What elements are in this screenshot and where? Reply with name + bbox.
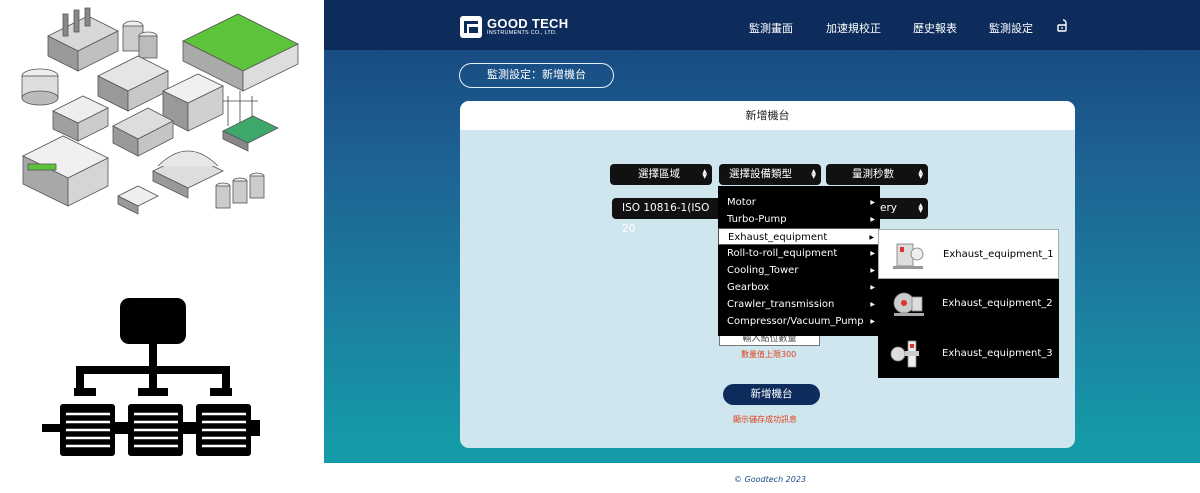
standard-select-right[interactable]: ery ▲ ▼: [878, 198, 928, 219]
dropdown-item-label: Compressor/Vacuum_Pump: [727, 316, 864, 327]
nav-history-report[interactable]: 歷史報表: [913, 20, 957, 36]
top-navbar: GOOD TECH INSTRUMENTS CO., LTD. 監測畫面 加速規…: [324, 0, 1200, 50]
dropdown-item-label: Crawler_transmission: [727, 299, 835, 310]
area-select-label: 選擇區域: [638, 168, 680, 180]
exhaust-equipment-submenu: Exhaust_equipment_1 Exhaust_equipment_2 …: [878, 229, 1059, 378]
dropdown-item-roll-to-roll[interactable]: Roll-to-roll_equipment ▶: [718, 245, 880, 262]
brand-text: GOOD TECH INSTRUMENTS CO., LTD.: [487, 17, 568, 37]
submenu-item-exhaust-equipment-1[interactable]: Exhaust_equipment_1: [878, 229, 1059, 279]
dropdown-item-crawler-transmission[interactable]: Crawler_transmission ▶: [718, 296, 880, 313]
measure-seconds-select-label: 量測秒數: [852, 168, 894, 180]
chevron-right-icon: ▶: [870, 250, 875, 257]
chevron-right-icon: ▶: [870, 216, 875, 223]
dropdown-item-turbo-pump[interactable]: Turbo-Pump ▶: [718, 211, 880, 228]
updown-arrows-icon: ▲ ▼: [702, 168, 707, 180]
nav-monitor[interactable]: 監測畫面: [749, 20, 793, 36]
point-count-hint: 數量值上限300: [741, 350, 797, 359]
chevron-right-icon: ▶: [870, 267, 875, 274]
updown-arrows-icon: ▲ ▼: [918, 168, 923, 180]
chevron-right-icon: ▶: [870, 199, 875, 206]
unlock-icon[interactable]: [1057, 19, 1069, 32]
exhaust-machine-icon: [893, 243, 924, 269]
footer: © Goodtech 2023: [324, 463, 1200, 493]
dropdown-item-label: Exhaust_equipment: [728, 232, 828, 243]
standard-select-tail: ery: [880, 202, 897, 214]
page-root: GOOD TECH INSTRUMENTS CO., LTD. 監測畫面 加速規…: [0, 0, 1200, 493]
dropdown-item-label: Gearbox: [727, 282, 770, 293]
equipment-type-select-label: 選擇設備類型: [729, 168, 792, 180]
equipment-type-dropdown: Motor ▶ Turbo-Pump ▶ Exhaust_equipment ▶ Ro…: [718, 186, 880, 336]
dropdown-item-compressor-vacuum-pump[interactable]: Compressor/Vacuum_Pump ▶: [718, 313, 880, 330]
chevron-right-icon: ▶: [870, 284, 875, 291]
dropdown-item-motor[interactable]: Motor ▶: [718, 194, 880, 211]
brand-logo[interactable]: GOOD TECH INSTRUMENTS CO., LTD.: [460, 14, 568, 40]
dropdown-item-label: Turbo-Pump: [727, 214, 787, 225]
copyright-text: © Goodtech 2023: [734, 475, 807, 484]
dropdown-item-label: Motor: [727, 197, 756, 208]
dropdown-item-label: Cooling_Tower: [727, 265, 799, 276]
add-machine-button[interactable]: 新增機台: [723, 384, 820, 405]
dropdown-item-gearbox[interactable]: Gearbox ▶: [718, 279, 880, 296]
nav-monitor-settings[interactable]: 監測設定: [989, 20, 1033, 36]
exhaust-machine-icon: [893, 292, 924, 316]
industrial-city-illustration: [21, 7, 299, 215]
nav-accelerometer-calibration[interactable]: 加速規校正: [826, 20, 881, 36]
submenu-item-exhaust-equipment-2[interactable]: Exhaust_equipment_2: [878, 279, 1059, 329]
save-status-message: 顯示儲存成功訊息: [733, 415, 797, 424]
chevron-right-icon: ▶: [870, 301, 875, 308]
brand-subtitle: INSTRUMENTS CO., LTD.: [487, 30, 557, 37]
area-select[interactable]: 選擇區域 ▲ ▼: [610, 164, 712, 185]
card-title: 新增機台: [460, 101, 1075, 130]
submenu-item-label: Exhaust_equipment_1: [943, 249, 1054, 260]
updown-arrows-icon: ▲ ▼: [918, 202, 923, 214]
dropdown-item-cooling-tower[interactable]: Cooling_Tower ▶: [718, 262, 880, 279]
logo-mark-icon: [460, 16, 482, 38]
updown-arrows-icon: ▲ ▼: [811, 168, 816, 180]
page-title-pill: 監測設定：新增機台: [459, 63, 614, 88]
submenu-item-label: Exhaust_equipment_3: [942, 348, 1053, 359]
brand-name: GOOD TECH: [487, 16, 569, 32]
submenu-item-exhaust-equipment-3[interactable]: Exhaust_equipment_3: [878, 329, 1059, 379]
illustration-panel: [0, 0, 324, 493]
measure-seconds-select[interactable]: 量測秒數 ▲ ▼: [826, 164, 928, 185]
standard-select[interactable]: ISO 10816-1(ISO 20: [612, 198, 722, 235]
dropdown-item-label: Roll-to-roll_equipment: [727, 248, 838, 259]
dropdown-item-exhaust-equipment[interactable]: Exhaust_equipment ▶: [718, 228, 880, 245]
exhaust-machine-icon: [890, 340, 919, 368]
chevron-right-icon: ▶: [869, 234, 874, 241]
chevron-right-icon: ▶: [870, 318, 875, 325]
submenu-item-label: Exhaust_equipment_2: [942, 298, 1053, 309]
equipment-type-select[interactable]: 選擇設備類型 ▲ ▼: [719, 164, 821, 185]
motor-network-icon: [42, 298, 260, 456]
